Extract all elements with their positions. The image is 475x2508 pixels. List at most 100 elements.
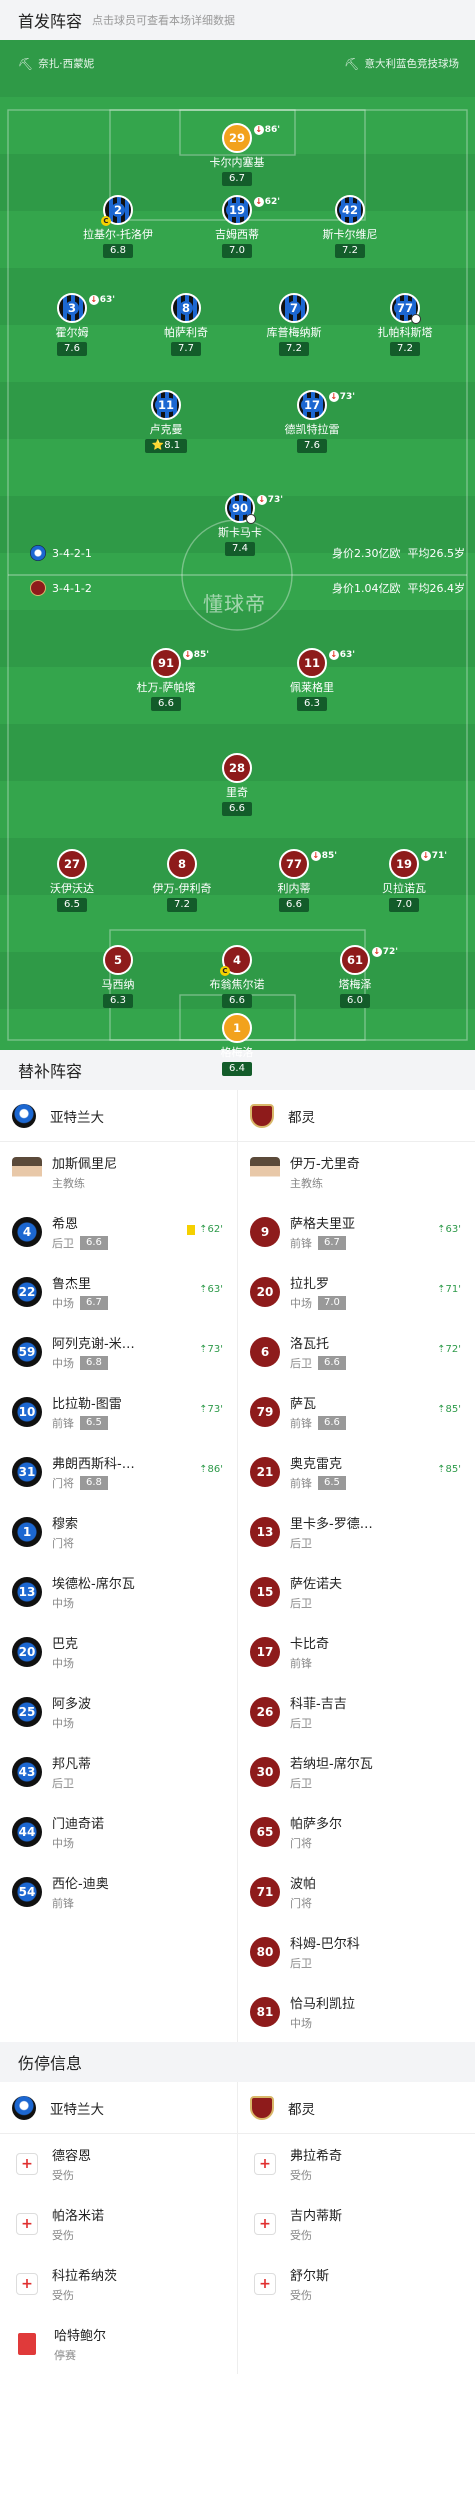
injury-row[interactable]: + 德容恩 受伤 [0, 2134, 237, 2194]
coach-right[interactable]: 伊万-尤里奇 主教练 [238, 1142, 475, 1202]
injury-row[interactable]: 哈特鲍尔 停赛 [0, 2314, 237, 2374]
lineup-hint: 点击球员可查看本场详细数据 [92, 14, 236, 27]
injury-row[interactable]: + 弗拉希奇 受伤 [238, 2134, 475, 2194]
injured-player-name: 哈特鲍尔 [54, 2329, 107, 2344]
sub-player-position: 门将 [290, 1897, 312, 1910]
sub-player-row[interactable]: 10 比拉勒-图雷 前锋 6.5 ⇡73' [0, 1382, 237, 1442]
sub-player-row[interactable]: 6 洛瓦托 后卫 6.6 ⇡72' [238, 1322, 475, 1382]
shirt-number: 4 [12, 1217, 42, 1247]
coach-avatar [250, 1157, 280, 1187]
sub-player-position: 前锋 [52, 1417, 74, 1430]
sub-player-row[interactable]: 13 埃德松-席尔瓦 中场 [0, 1562, 237, 1622]
player-t-1[interactable]: 1 格梅洛 6.4 [187, 1013, 287, 1076]
sub-player-row[interactable]: 17 卡比奇 前锋 [238, 1622, 475, 1682]
sub-player-row[interactable]: 79 萨瓦 前锋 6.6 ⇡85' [238, 1382, 475, 1442]
sub-player-row[interactable]: 4 希恩 后卫 6.6 ⇡62' [0, 1202, 237, 1262]
sub-player-row[interactable]: 20 巴克 中场 [0, 1622, 237, 1682]
sub-player-position: 门将 [290, 1837, 312, 1850]
coach-name: 加斯佩里尼 [52, 1157, 118, 1172]
player-t-19[interactable]: 19 ↓ 71' 贝拉诺瓦 7.0 [354, 849, 454, 912]
player-a-19[interactable]: 19 ↓ 62' 吉姆西蒂 7.0 [187, 195, 287, 258]
player-shirt: 90 ↓ 73' [225, 493, 283, 524]
sub-player-row[interactable]: 30 若纳坦-席尔瓦 后卫 [238, 1742, 475, 1802]
sub-player-row[interactable]: 43 邦凡蒂 后卫 [0, 1742, 237, 1802]
sub-on-time: ⇡63' [199, 1284, 223, 1295]
injury-row[interactable]: + 帕洛米诺 受伤 [0, 2194, 237, 2254]
sub-player-row[interactable]: 44 门迪奇诺 中场 [0, 1802, 237, 1862]
player-t-5[interactable]: 5 马西纳 6.3 [68, 945, 168, 1008]
sub-player-row[interactable]: 22 鲁杰里 中场 6.7 ⇡63' [0, 1262, 237, 1322]
player-a-3[interactable]: 3 ↓ 63' 霍尔姆 7.6 [22, 293, 122, 356]
player-a-11[interactable]: 11 卢克曼 ⭐8.1 [116, 390, 216, 453]
injury-team-left[interactable]: 亚特兰大 [0, 2082, 238, 2133]
sub-player-row[interactable]: 21 奥克雷克 前锋 6.5 ⇡85' [238, 1442, 475, 1502]
shirt-number: 6 [250, 1337, 280, 1367]
shirt-number: 26 [250, 1697, 280, 1727]
sub-player-rating: 6.7 [318, 1236, 346, 1250]
sub-player-row[interactable]: 80 科姆-巴尔科 后卫 [238, 1922, 475, 1982]
shirt-number: 77 [285, 857, 302, 871]
sub-player-row[interactable]: 20 拉扎罗 中场 7.0 ⇡71' [238, 1262, 475, 1322]
player-a-42[interactable]: 42 斯卡尔维尼 7.2 [300, 195, 400, 258]
sub-player-row[interactable]: 26 科菲-吉吉 后卫 [238, 1682, 475, 1742]
player-rating: ⭐8.1 [144, 439, 188, 453]
shirt-number: 44 [12, 1817, 42, 1847]
shirt-number: 1 [232, 1021, 241, 1035]
player-shirt: 4C [220, 945, 252, 976]
player-a-77[interactable]: 77 扎帕科斯塔 7.2 [355, 293, 455, 356]
sub-off-icon: ↓ 71' [420, 851, 447, 861]
sub-player-name: 萨瓦 [290, 1397, 317, 1412]
injury-row[interactable]: + 科拉希纳茨 受伤 [0, 2254, 237, 2314]
sub-player-name: 弗朗西斯科-… [52, 1457, 135, 1472]
coach-left[interactable]: 加斯佩里尼 主教练 [0, 1142, 237, 1202]
shirt-number: 25 [12, 1697, 42, 1727]
sub-player-name: 科菲-吉吉 [290, 1697, 347, 1712]
atalanta-value: 身价2.30亿欧 平均26.5岁 [332, 545, 465, 561]
player-a-7[interactable]: 7 库普梅纳斯 7.2 [244, 293, 344, 356]
medical-cross-icon: + [16, 2213, 38, 2235]
sub-player-row[interactable]: 81 恰马利凯拉 中场 [238, 1982, 475, 2042]
coach-name: 伊万-尤里奇 [290, 1157, 360, 1172]
player-t-27[interactable]: 27 沃伊沃达 6.5 [22, 849, 122, 912]
torino-formation-label: 3-4-1-2 [52, 581, 92, 595]
player-a-90[interactable]: 90 ↓ 73' 斯卡马卡 7.4 [190, 493, 290, 556]
subs-team-right[interactable]: 都灵 [238, 1090, 475, 1141]
injury-row[interactable]: + 吉内蒂斯 受伤 [238, 2194, 475, 2254]
sub-player-row[interactable]: 71 波帕 门将 [238, 1862, 475, 1922]
shirt-number: 79 [250, 1397, 280, 1427]
player-shirt: 2C [101, 195, 133, 226]
shirt-number: 2 [110, 203, 125, 217]
sub-player-row[interactable]: 31 弗朗西斯科-… 门将 6.8 ⇡86' [0, 1442, 237, 1502]
sub-on-icon: ⇡71' [437, 1284, 461, 1295]
shirt-number: 17 [300, 398, 323, 412]
sub-player-row[interactable]: 9 萨格夫里亚 前锋 6.7 ⇡63' [238, 1202, 475, 1262]
player-name: 马西纳 [101, 978, 135, 991]
shirt-number: 20 [12, 1637, 42, 1667]
player-rating: 7.7 [171, 342, 201, 356]
subs-team-left[interactable]: 亚特兰大 [0, 1090, 238, 1141]
player-t-4[interactable]: 4 C 布翁焦尔诺 6.6 [187, 945, 287, 1008]
sub-player-row[interactable]: 65 帕萨多尔 门将 [238, 1802, 475, 1862]
player-shirt: 77 ↓ 85' [279, 849, 337, 879]
player-a-29[interactable]: 29 ↓ 86' 卡尔内塞基 6.7 [187, 123, 287, 186]
player-t-91[interactable]: 91 ↓ 85' 杜万-萨帕塔 6.6 [116, 648, 216, 711]
sub-on-time: ⇡63' [437, 1224, 461, 1235]
player-a-17[interactable]: 17 ↓ 73' 德凯特拉雷 7.6 [262, 390, 362, 453]
sub-player-row[interactable]: 15 萨佐诺夫 后卫 [238, 1562, 475, 1622]
player-t-11[interactable]: 11 ↓ 63' 佩莱格里 6.3 [262, 648, 362, 711]
player-t-61[interactable]: 61 ↓ 72' 塔梅泽 6.0 [305, 945, 405, 1008]
sub-player-row[interactable]: 54 西伦-迪奥 前锋 [0, 1862, 237, 1922]
player-t-28[interactable]: 28 里奇 6.6 [187, 753, 287, 816]
player-t-8[interactable]: 8 伊万-伊利奇 7.2 [132, 849, 232, 912]
injury-row[interactable]: + 舒尔斯 受伤 [238, 2254, 475, 2314]
sub-player-name: 洛瓦托 [290, 1337, 330, 1352]
sub-off-icon: ↓ 72' [371, 947, 398, 957]
injury-team-right[interactable]: 都灵 [238, 2082, 475, 2133]
sub-player-row[interactable]: 59 阿列克谢-米… 中场 6.8 ⇡73' [0, 1322, 237, 1382]
player-t-77[interactable]: 77 ↓ 85' 利内蒂 6.6 [244, 849, 344, 912]
player-a-8[interactable]: 8 帕萨利奇 7.7 [136, 293, 236, 356]
sub-player-row[interactable]: 13 里卡多-罗德… 后卫 [238, 1502, 475, 1562]
sub-player-row[interactable]: 1 穆索 门将 [0, 1502, 237, 1562]
sub-player-row[interactable]: 25 阿多波 中场 [0, 1682, 237, 1742]
player-a-2[interactable]: 2 C 拉基尔-托洛伊 6.8 [68, 195, 168, 258]
